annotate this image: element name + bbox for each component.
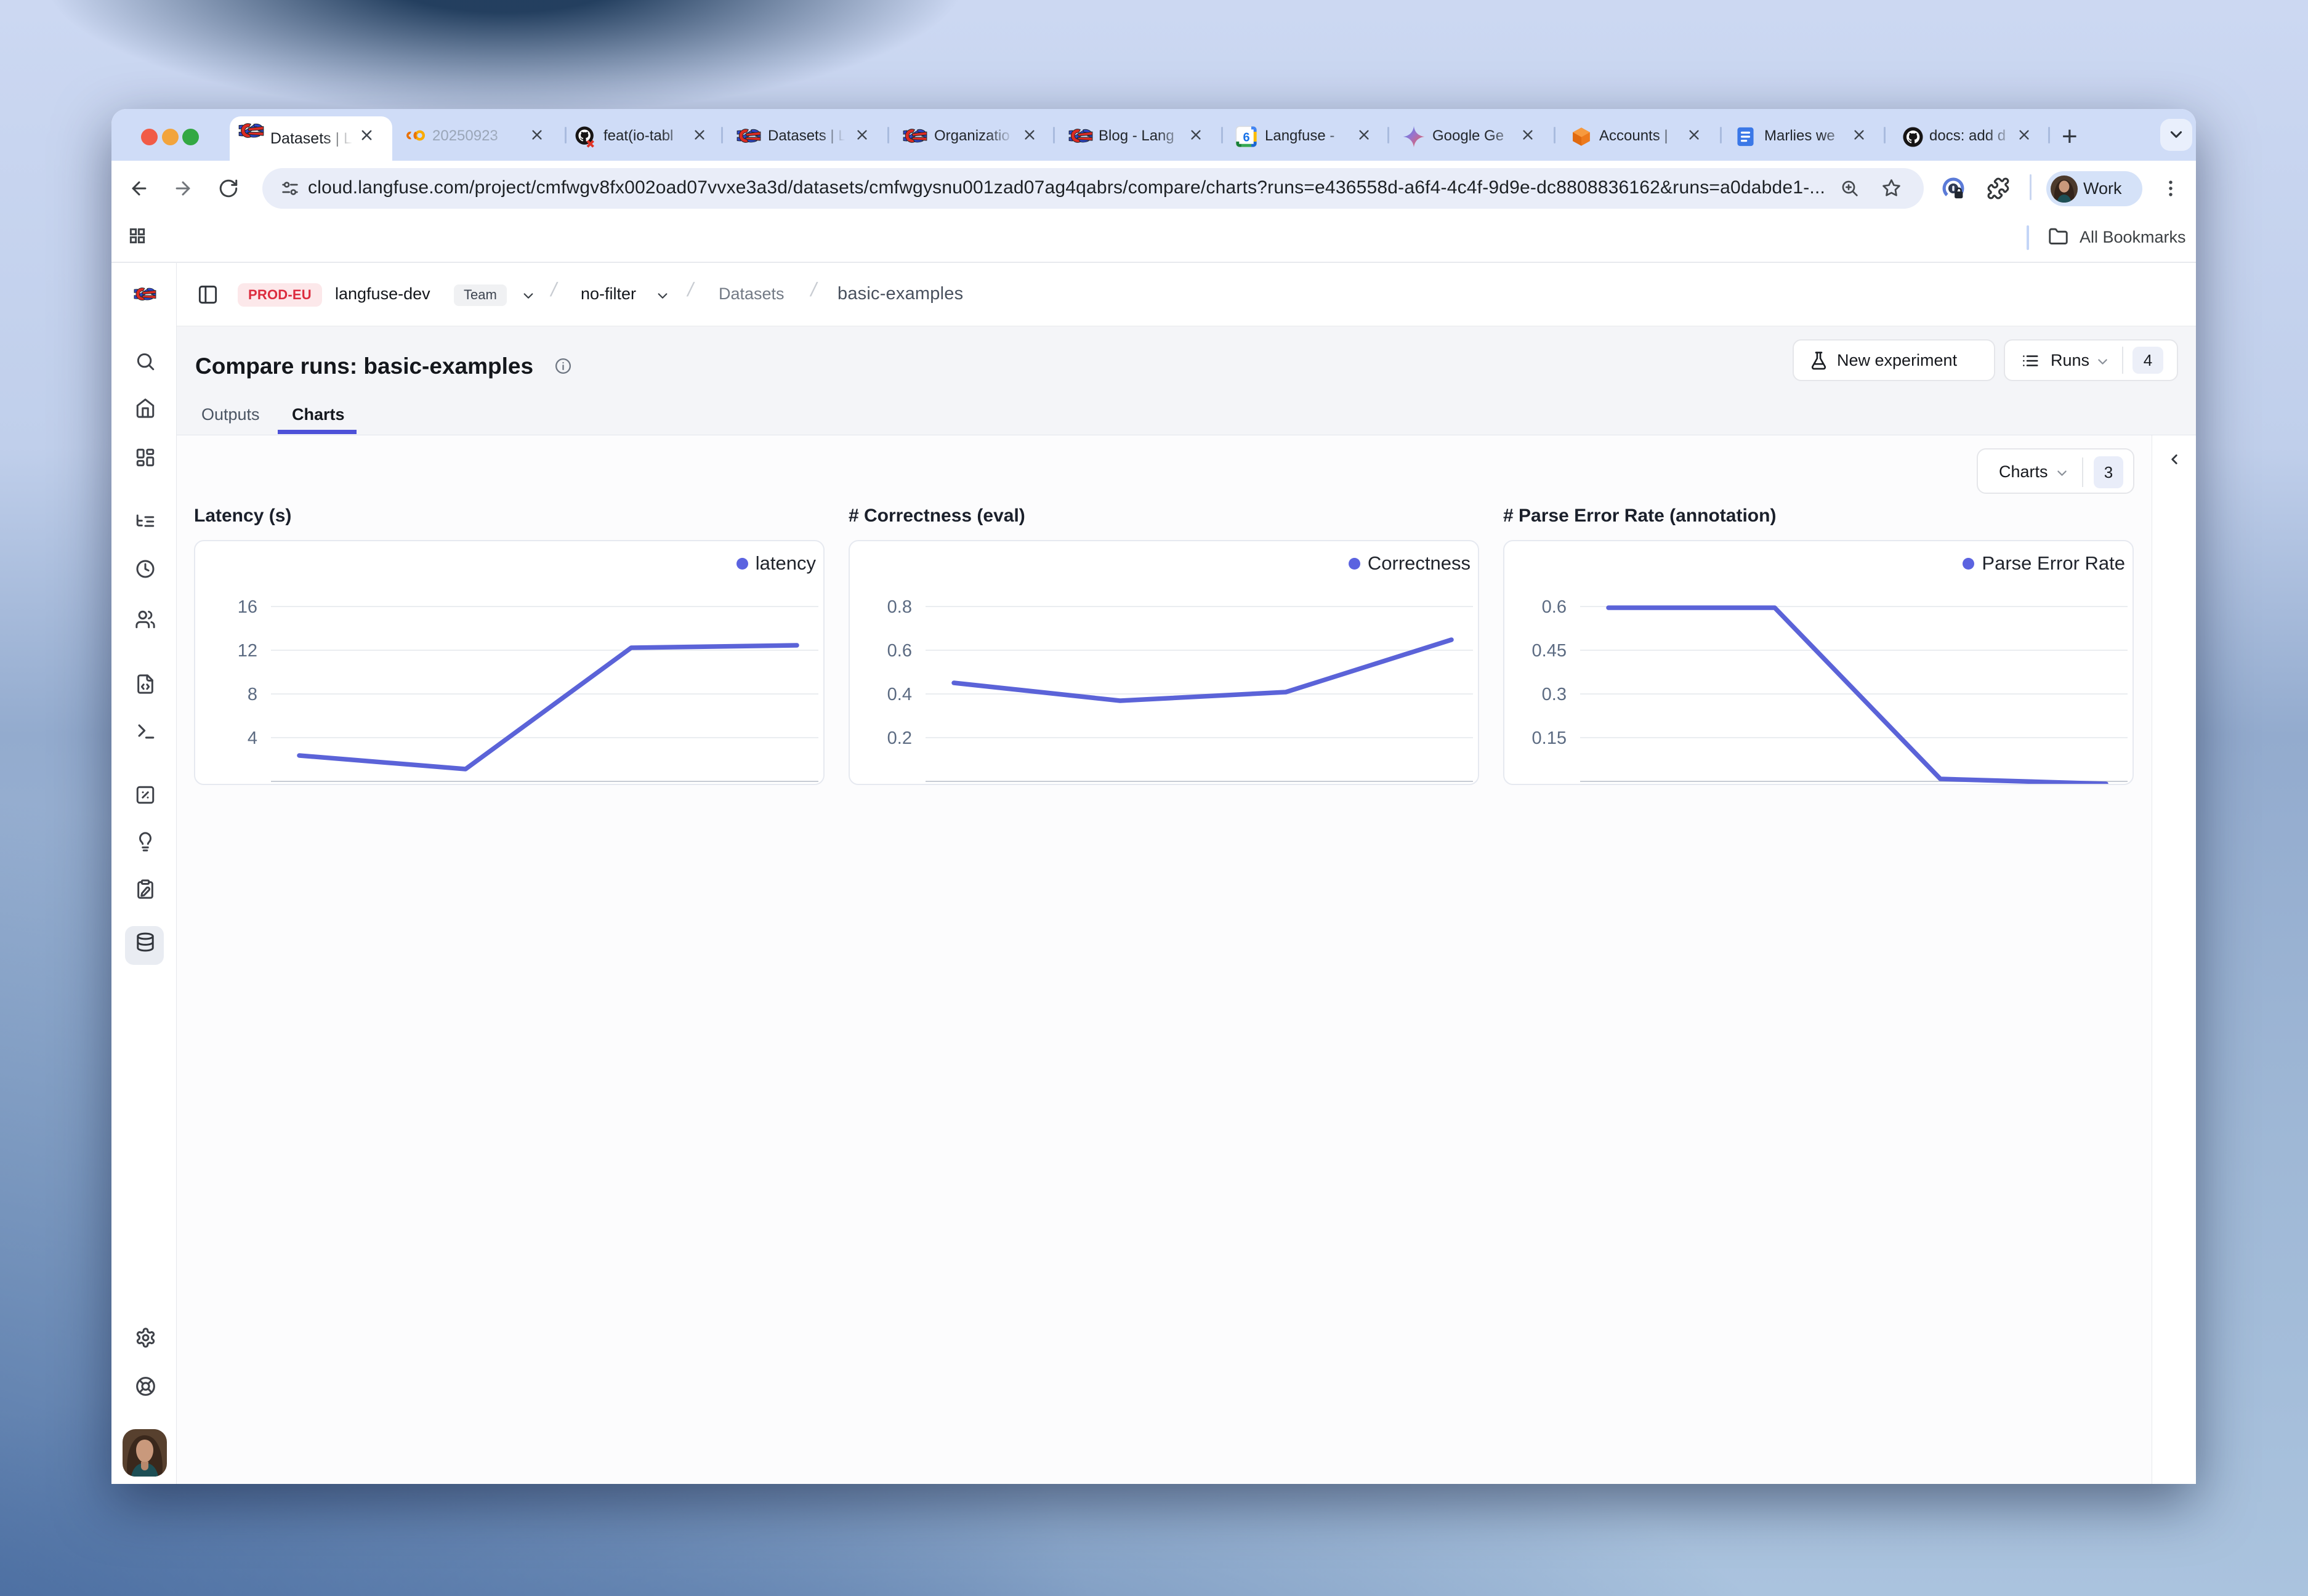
svg-text:12: 12 bbox=[238, 641, 257, 661]
svg-text:0.6: 0.6 bbox=[1542, 597, 1567, 617]
svg-text:0.45: 0.45 bbox=[1532, 641, 1567, 661]
svg-text:16: 16 bbox=[238, 597, 257, 617]
svg-text:0.4: 0.4 bbox=[887, 685, 912, 704]
svg-text:0.8: 0.8 bbox=[887, 597, 912, 617]
svg-text:0.3: 0.3 bbox=[1542, 685, 1567, 704]
svg-text:0.6: 0.6 bbox=[887, 641, 912, 661]
svg-text:8: 8 bbox=[248, 685, 257, 704]
svg-text:4: 4 bbox=[248, 728, 257, 748]
svg-text:0.15: 0.15 bbox=[1532, 728, 1567, 748]
svg-text:0.2: 0.2 bbox=[887, 728, 912, 748]
